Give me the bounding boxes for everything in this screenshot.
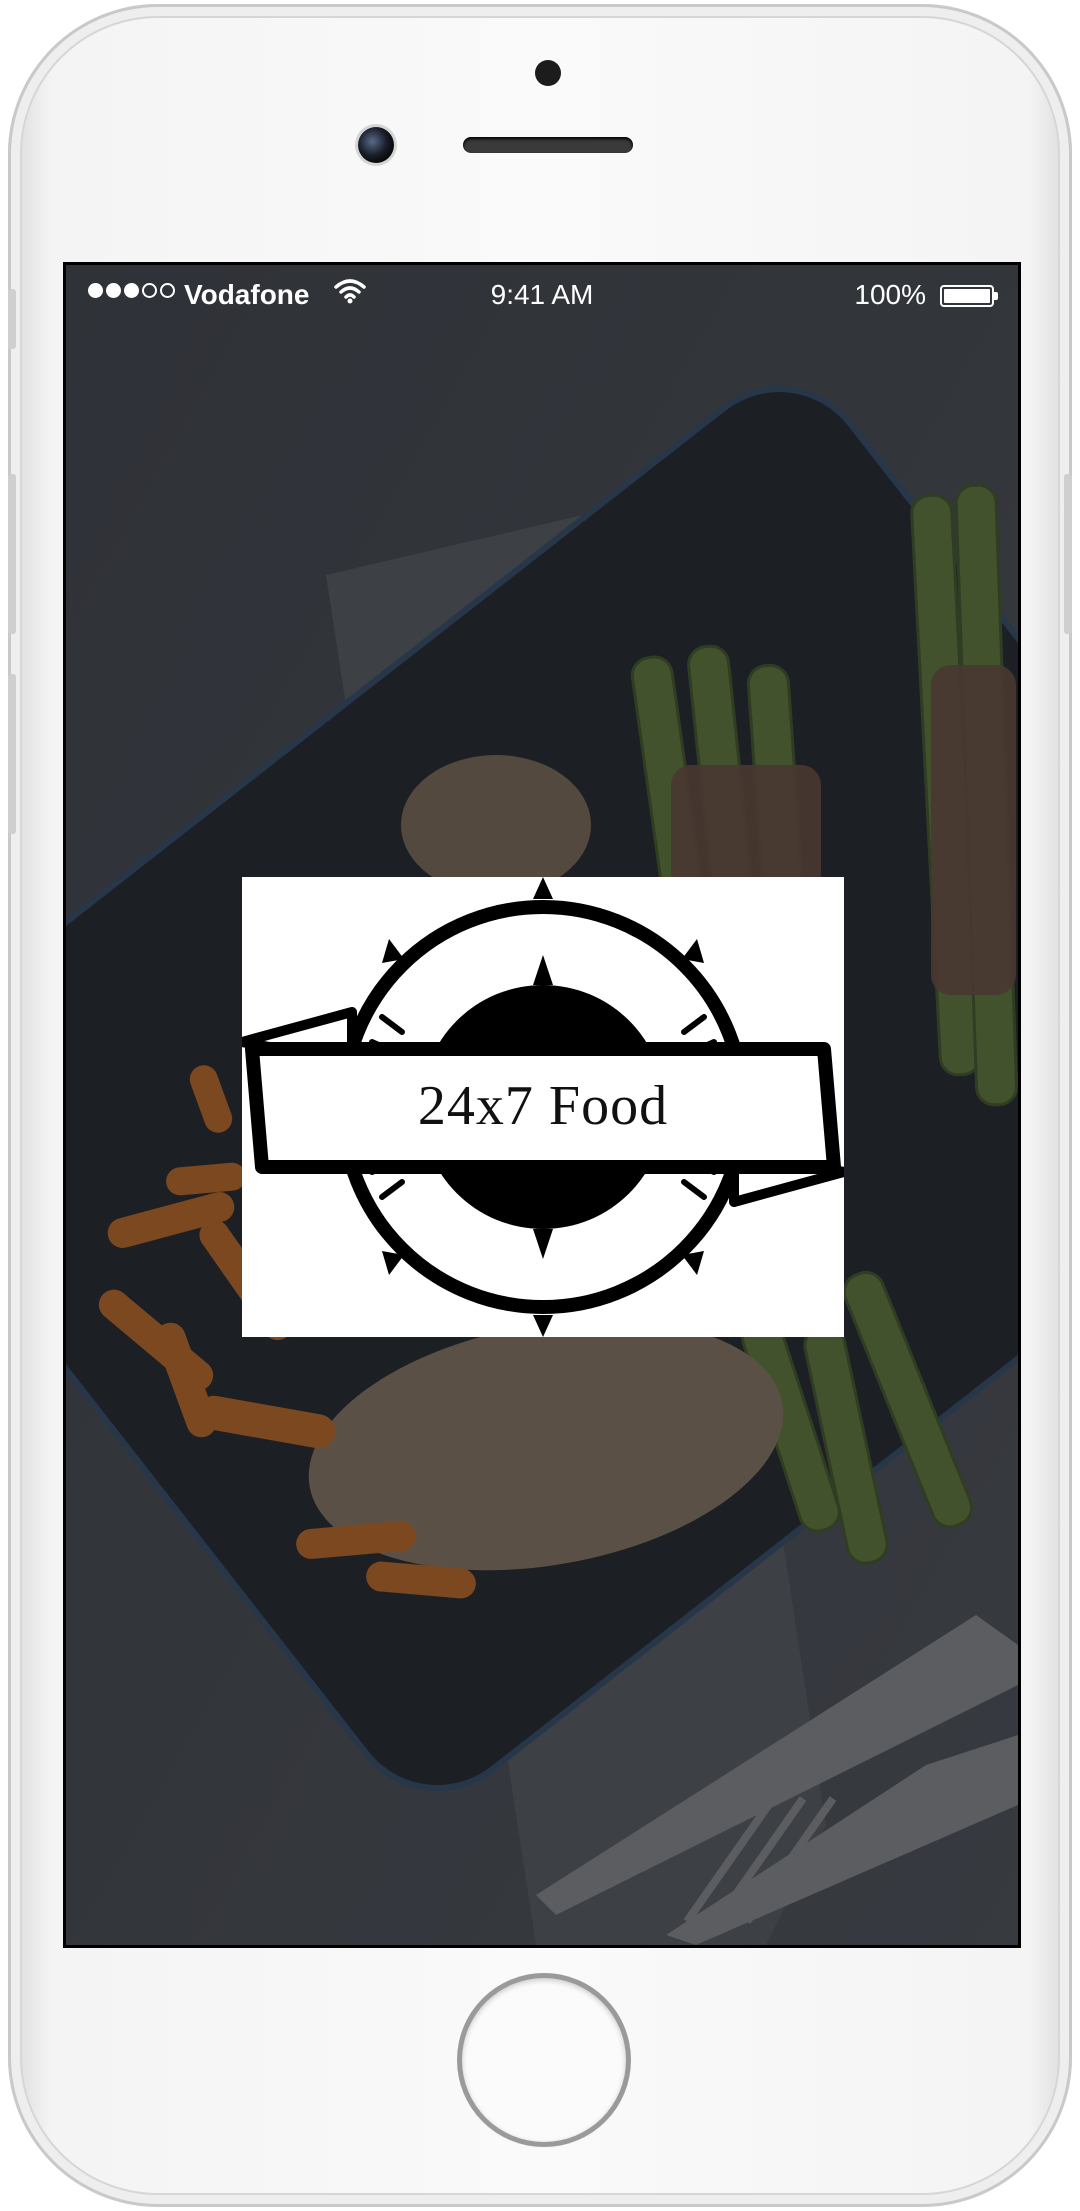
battery-percentage: 100%	[854, 279, 926, 310]
app-logo: 24x7 Food	[242, 877, 844, 1337]
battery-icon	[940, 285, 998, 307]
app-name: 24x7 Food	[417, 1075, 669, 1137]
mute-switch[interactable]	[8, 289, 16, 349]
volume-up-button[interactable]	[8, 474, 16, 634]
volume-down-button[interactable]	[8, 674, 16, 834]
proximity-sensor	[535, 60, 561, 86]
front-camera-icon	[358, 127, 394, 163]
status-bar: Vodafone 9:41 AM 100%	[66, 265, 1018, 327]
power-button[interactable]	[1064, 474, 1072, 634]
home-button[interactable]	[462, 1978, 626, 2142]
app-screen: Vodafone 9:41 AM 100% 24x7 Food	[63, 262, 1021, 1948]
earpiece-speaker	[463, 137, 633, 153]
